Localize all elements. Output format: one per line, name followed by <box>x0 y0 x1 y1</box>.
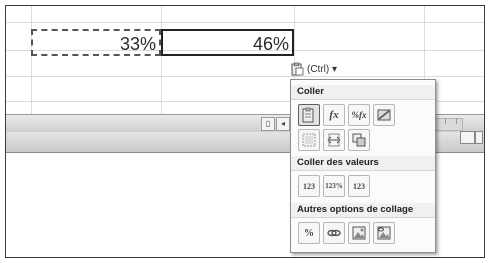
grid-row-line <box>6 22 484 23</box>
normal-view-icon[interactable] <box>460 131 475 144</box>
page-layout-view-icon[interactable] <box>475 131 483 144</box>
values-number-format-icon-text: 123% <box>325 182 343 190</box>
percent-fx-icon-text: %fx <box>351 110 367 120</box>
paste-options-smart-tag[interactable]: (Ctrl) ▾ <box>290 60 356 78</box>
section-header-coller-valeurs: Coller des valeurs <box>291 156 435 171</box>
section-header-autres-options: Autres options de collage <box>291 203 435 218</box>
scroll-left-icon[interactable]: ◂ <box>276 117 290 131</box>
values-icon-text: 123 <box>303 181 315 191</box>
clipboard-icon <box>291 62 304 76</box>
copied-cell[interactable]: 33% <box>31 29 161 56</box>
keep-column-widths-icon[interactable] <box>323 129 345 151</box>
linked-picture-icon[interactable] <box>373 222 395 244</box>
transpose-icon[interactable] <box>348 129 370 151</box>
picture-icon[interactable] <box>348 222 370 244</box>
formulas-number-format-icon[interactable]: %fx <box>348 104 370 126</box>
values-icon[interactable]: 123 <box>298 175 320 197</box>
grid-col-line <box>31 6 32 114</box>
keep-source-formatting-icon[interactable] <box>373 104 395 126</box>
fx-icon-text: fx <box>329 109 339 121</box>
paste-icon[interactable] <box>298 104 320 126</box>
grid-col-line <box>161 6 162 114</box>
values-source-formatting-icon-text: 123 <box>353 181 365 191</box>
scroll-grip-icon <box>445 118 457 124</box>
formatting-icon-text: % <box>304 227 314 239</box>
paste-link-icon[interactable] <box>323 222 345 244</box>
sheet-tab-divider-icon[interactable]: ▯ <box>261 117 275 131</box>
formatting-icon[interactable]: % <box>298 222 320 244</box>
section-header-coller: Coller <box>291 85 435 100</box>
no-borders-icon[interactable] <box>298 129 320 151</box>
active-cell[interactable]: 46% <box>161 29 294 56</box>
values-source-formatting-icon[interactable]: 123 <box>348 175 370 197</box>
smart-tag-label: (Ctrl) ▾ <box>307 63 338 75</box>
values-number-format-icon[interactable]: 123% <box>323 175 345 197</box>
paste-options-menu: Coller fx %fx Coller des valeurs 123 123… <box>290 79 436 253</box>
grid-row-line <box>6 76 484 77</box>
formulas-icon[interactable]: fx <box>323 104 345 126</box>
